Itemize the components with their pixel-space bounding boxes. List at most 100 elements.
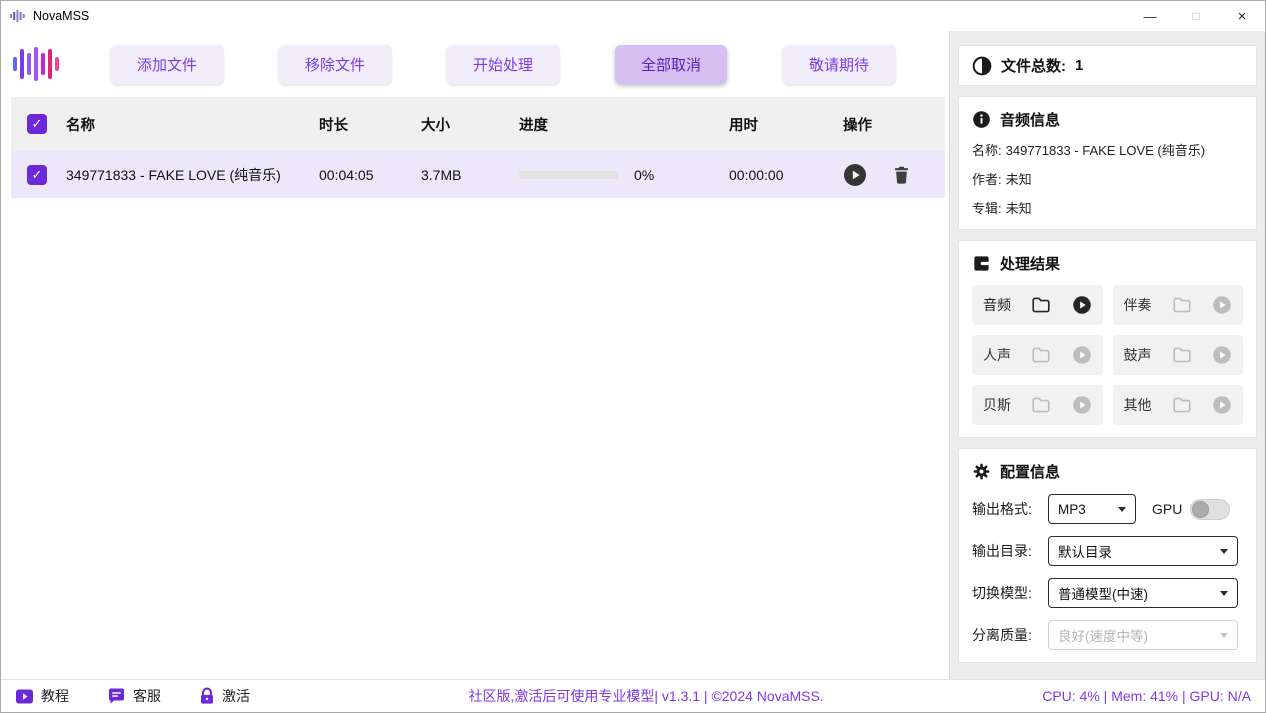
output-dir-value: 默认目录 (1058, 541, 1112, 561)
audio-name-label: 名称: (972, 143, 1002, 158)
cancel-all-button[interactable]: 全部取消 (615, 45, 727, 84)
audio-album-field: 专辑:未知 (972, 198, 1243, 217)
support-label: 客服 (133, 686, 161, 706)
open-folder-button[interactable] (1172, 396, 1192, 414)
result-label: 人声 (983, 345, 1011, 365)
play-result-button[interactable] (1072, 345, 1092, 365)
result-item-audio: 音频 (972, 285, 1103, 325)
open-folder-button[interactable] (1031, 346, 1051, 364)
model-select[interactable]: 普通模型(中速) (1048, 578, 1238, 608)
gear-icon (972, 462, 991, 481)
info-icon (972, 110, 991, 129)
result-item-vocals: 人声 (972, 335, 1103, 375)
column-header-duration: 时长 (319, 114, 421, 135)
tutorial-label: 教程 (41, 686, 69, 706)
maximize-button[interactable]: □ (1173, 1, 1219, 31)
result-item-bass: 贝斯 (972, 385, 1103, 425)
column-header-actions: 操作 (829, 114, 945, 135)
results-panel: 处理结果 音频 (958, 240, 1257, 438)
toggle-knob (1192, 501, 1209, 518)
remove-files-button[interactable]: 移除文件 (279, 45, 391, 84)
open-folder-button[interactable] (1031, 296, 1051, 314)
column-header-name: 名称 (66, 114, 319, 135)
row-checkbox[interactable]: ✓ (27, 165, 47, 185)
select-all-checkbox[interactable]: ✓ (27, 114, 47, 134)
waveform-logo-icon (13, 44, 59, 84)
gpu-toggle[interactable] (1190, 499, 1230, 520)
system-stats: CPU: 4% | Mem: 41% | GPU: N/A (1042, 688, 1251, 704)
result-item-other: 其他 (1113, 385, 1244, 425)
minimize-button[interactable]: — (1127, 1, 1173, 31)
folder-icon (1172, 346, 1192, 364)
play-result-button[interactable] (1072, 295, 1092, 315)
play-result-button[interactable] (1212, 295, 1232, 315)
check-icon: ✓ (32, 116, 43, 132)
play-circle-icon (1212, 395, 1232, 415)
activate-link[interactable]: 激活 (199, 686, 250, 706)
audio-name-value: 349771833 - FAKE LOVE (纯音乐) (1006, 143, 1205, 158)
quality-select[interactable]: 良好(速度中等) (1048, 620, 1238, 650)
trash-icon (893, 165, 910, 184)
play-circle-icon (1072, 345, 1092, 365)
open-folder-button[interactable] (1031, 396, 1051, 414)
model-row: 切换模型: 普通模型(中速) (972, 578, 1243, 608)
file-table: ✓ 名称 时长 大小 进度 用时 操作 ✓ (11, 97, 945, 679)
coming-soon-button[interactable]: 敬请期待 (783, 45, 895, 84)
audio-artist-value: 未知 (1006, 172, 1032, 187)
result-item-accompaniment: 伴奏 (1113, 285, 1244, 325)
output-format-select[interactable]: MP3 (1048, 494, 1136, 524)
file-count-label: 文件总数: (1001, 55, 1066, 76)
file-name: 349771833 - FAKE LOVE (纯音乐) (66, 165, 288, 185)
statusbar: 教程 客服 激活 社区版,激活后可使用专业模型| v1.3.1 | ©2024 … (1, 679, 1265, 712)
play-button[interactable] (843, 163, 867, 187)
file-count-panel: 文件总数: 1 (958, 45, 1257, 86)
file-count-value: 1 (1075, 57, 1083, 74)
play-result-button[interactable] (1212, 395, 1232, 415)
output-format-row: 输出格式: MP3 GPU (972, 494, 1243, 524)
folder-icon (1031, 296, 1051, 314)
progress-percent: 0% (634, 167, 654, 183)
output-format-value: MP3 (1058, 502, 1086, 517)
file-duration: 00:04:05 (319, 167, 421, 183)
output-dir-row: 输出目录: 默认目录 (972, 536, 1243, 566)
play-circle-icon (1072, 295, 1092, 315)
play-result-button[interactable] (1072, 395, 1092, 415)
audio-artist-field: 作者: 未知 (972, 169, 1243, 188)
tutorial-link[interactable]: 教程 (15, 686, 69, 706)
results-grid: 音频 (972, 285, 1243, 425)
folder-icon (1031, 346, 1051, 364)
results-icon (972, 254, 991, 273)
column-header-progress: 进度 (519, 114, 729, 135)
delete-button[interactable] (893, 165, 910, 184)
results-title: 处理结果 (1000, 253, 1060, 274)
open-folder-button[interactable] (1172, 296, 1192, 314)
result-label: 鼓声 (1124, 345, 1152, 365)
activate-label: 激活 (222, 686, 250, 706)
start-processing-button[interactable]: 开始处理 (447, 45, 559, 84)
edition-info: 社区版,激活后可使用专业模型| v1.3.1 | ©2024 NovaMSS. (250, 686, 1042, 706)
gpu-label: GPU (1152, 501, 1182, 517)
chevron-down-icon (1220, 591, 1228, 596)
output-dir-select[interactable]: 默认目录 (1048, 536, 1238, 566)
tutorial-icon (15, 688, 34, 705)
config-panel: 配置信息 输出格式: MP3 GPU 输出目录: 默认目录 (958, 448, 1257, 663)
elapsed-time: 00:00:00 (729, 167, 829, 183)
play-icon (843, 163, 867, 187)
table-row[interactable]: ✓ 349771833 - FAKE LOVE (纯音乐) 00:04:05 3… (11, 151, 945, 198)
open-folder-button[interactable] (1172, 346, 1192, 364)
output-format-label: 输出格式: (972, 499, 1048, 519)
audio-artist-label: 作者: (972, 172, 1002, 187)
play-result-button[interactable] (1212, 345, 1232, 365)
close-button[interactable]: × (1219, 1, 1265, 31)
quality-row: 分离质量: 良好(速度中等) (972, 620, 1243, 650)
add-files-button[interactable]: 添加文件 (111, 45, 223, 84)
window-controls: — □ × (1127, 1, 1265, 31)
column-header-size: 大小 (421, 114, 519, 135)
folder-icon (1172, 396, 1192, 414)
support-link[interactable]: 客服 (107, 686, 161, 706)
model-value: 普通模型(中速) (1058, 583, 1148, 603)
config-title: 配置信息 (1000, 461, 1060, 482)
chevron-down-icon (1118, 507, 1126, 512)
left-pane: 添加文件 移除文件 开始处理 全部取消 敬请期待 ✓ 名称 时长 大小 进度 (1, 31, 949, 679)
result-label: 伴奏 (1124, 295, 1152, 315)
